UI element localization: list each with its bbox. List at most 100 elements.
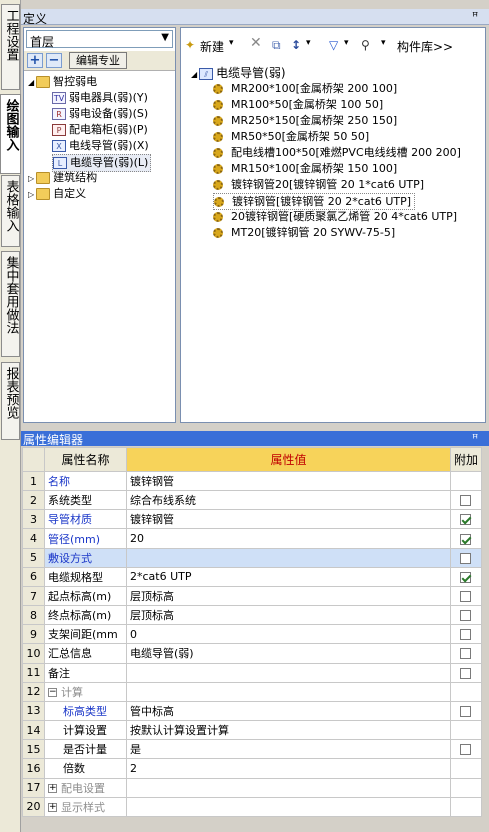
extra-checkbox[interactable]: [460, 667, 472, 679]
extra-checkbox[interactable]: [460, 533, 472, 545]
delete-icon[interactable]: ✕: [250, 35, 262, 51]
extra-checkbox[interactable]: [460, 514, 472, 526]
property-value[interactable]: 0: [126, 624, 451, 645]
collapse-icon[interactable]: −: [48, 688, 57, 698]
expand-icon[interactable]: +: [48, 784, 57, 794]
tab-table-input[interactable]: 表格输入: [1, 175, 20, 247]
property-name[interactable]: 终点标高(m): [44, 605, 127, 626]
dropdown-arrow-icon[interactable]: ▾: [229, 38, 234, 48]
new-button[interactable]: 新建: [200, 38, 224, 55]
tab-drawing-input[interactable]: 绘图输入: [0, 94, 21, 174]
property-name[interactable]: 倍数: [44, 758, 127, 779]
property-name[interactable]: 名称: [44, 470, 127, 492]
property-value[interactable]: 电缆导管(弱): [126, 643, 451, 664]
table-row[interactable]: 17 + 配电设置: [22, 777, 483, 798]
property-value[interactable]: [126, 662, 451, 683]
property-value[interactable]: 20: [126, 528, 451, 549]
table-row[interactable]: 20 + 显示样式: [22, 796, 483, 818]
property-name[interactable]: 起点标高(m): [44, 585, 127, 607]
edit-discipline-button[interactable]: 编辑专业: [69, 52, 127, 69]
expand-arrow-icon[interactable]: ▷: [28, 174, 34, 183]
property-value[interactable]: 2*cat6 UTP: [126, 566, 451, 587]
collapse-arrow-icon[interactable]: ◢: [28, 78, 34, 87]
property-value[interactable]: 镀锌钢管: [126, 470, 451, 492]
property-value[interactable]: 层顶标高: [126, 605, 451, 626]
expand-icon[interactable]: +: [48, 803, 57, 813]
property-name[interactable]: 电缆规格型: [44, 566, 127, 587]
component-item[interactable]: MR150*100[金属桥架 150 100]: [213, 161, 397, 176]
component-item[interactable]: 配电线槽100*50[难燃PVC电线线槽 200 200]: [213, 145, 461, 160]
dropdown-arrow-icon[interactable]: ▾: [306, 38, 311, 48]
property-value[interactable]: 2: [126, 758, 451, 779]
component-item-selected[interactable]: 镀锌钢管[镀锌钢管 20 2*cat6 UTP]: [213, 193, 416, 210]
property-value[interactable]: [126, 777, 451, 798]
property-name[interactable]: 标高类型: [44, 700, 127, 722]
expand-arrow-icon[interactable]: ▷: [28, 190, 34, 199]
component-item[interactable]: 20镀锌钢管[硬质聚氯乙烯管 20 4*cat6 UTP]: [213, 209, 457, 224]
component-item[interactable]: MR100*50[金属桥架 100 50]: [213, 97, 383, 112]
tab-report-preview[interactable]: 报表预览: [1, 362, 20, 440]
table-row[interactable]: 3 导管材质 镀锌钢管: [22, 509, 483, 530]
table-row[interactable]: 11 备注: [22, 662, 483, 683]
property-name[interactable]: 管径(mm): [44, 528, 127, 549]
copy-icon[interactable]: ⧉: [272, 38, 281, 53]
property-value[interactable]: [126, 796, 451, 818]
pin-icon[interactable]: ꟸ: [472, 432, 478, 445]
extra-checkbox[interactable]: [460, 705, 472, 717]
property-name[interactable]: 是否计量: [44, 739, 127, 760]
table-row[interactable]: 6 电缆规格型 2*cat6 UTP: [22, 566, 483, 587]
floor-select[interactable]: 首层 ▼: [26, 30, 173, 49]
component-item[interactable]: MR50*50[金属桥架 50 50]: [213, 129, 369, 144]
table-row[interactable]: 1 名称 镀锌钢管: [22, 470, 483, 492]
component-library-button[interactable]: 构件库>>: [397, 38, 453, 55]
tree-item-distribution-box[interactable]: P 配电箱柜(弱)(P): [52, 122, 148, 138]
table-row[interactable]: 15 是否计量 是: [22, 739, 483, 760]
dropdown-arrow-icon[interactable]: ▾: [344, 38, 349, 48]
table-row[interactable]: 4 管径(mm) 20: [22, 528, 483, 549]
table-row[interactable]: 10 汇总信息 电缆导管(弱): [22, 643, 483, 664]
property-name[interactable]: 计算设置: [44, 720, 127, 741]
property-name[interactable]: 汇总信息: [44, 643, 127, 664]
component-item[interactable]: 镀锌钢管20[镀锌钢管 20 1*cat6 UTP]: [213, 177, 424, 192]
property-value[interactable]: 是: [126, 739, 451, 760]
expand-all-icon[interactable]: +: [27, 53, 43, 68]
find-icon[interactable]: ⚲: [361, 38, 370, 52]
extra-checkbox[interactable]: [460, 495, 472, 507]
property-name[interactable]: + 配电设置: [44, 777, 127, 798]
property-value[interactable]: 综合布线系统: [126, 490, 451, 511]
component-item[interactable]: MT20[镀锌钢管 20 SYWV-75-5]: [213, 225, 395, 240]
component-item[interactable]: MR200*100[金属桥架 200 100]: [213, 81, 397, 96]
tab-project-settings[interactable]: 工程设置: [1, 4, 20, 90]
property-value[interactable]: [126, 547, 451, 568]
table-row[interactable]: 16 倍数 2: [22, 758, 483, 779]
table-row[interactable]: 8 终点标高(m) 层顶标高: [22, 605, 483, 626]
filter-icon[interactable]: ▽: [329, 38, 338, 52]
table-row[interactable]: 13 标高类型 管中标高: [22, 700, 483, 722]
extra-checkbox[interactable]: [460, 744, 472, 756]
table-row[interactable]: 12− 计算: [22, 681, 483, 702]
pin-icon[interactable]: ꟸ: [472, 10, 478, 23]
property-value[interactable]: [126, 681, 451, 702]
tree-item-weak-equipment[interactable]: R 弱电设备(弱)(S): [52, 106, 148, 122]
table-row[interactable]: 2 系统类型 综合布线系统: [22, 490, 483, 511]
tree-item-weak-appliance[interactable]: TV 弱电器具(弱)(Y): [52, 90, 148, 106]
tree-item-wire-conduit[interactable]: X 电线导管(弱)(X): [52, 138, 149, 154]
extra-checkbox[interactable]: [460, 552, 472, 564]
extra-checkbox[interactable]: [460, 648, 472, 660]
property-name[interactable]: 支架间距(mm: [44, 624, 127, 645]
table-row[interactable]: 7 起点标高(m) 层顶标高: [22, 585, 483, 607]
collapse-arrow-icon[interactable]: ◢: [191, 70, 197, 79]
property-name[interactable]: 敷设方式: [44, 547, 127, 568]
sort-icon[interactable]: ↕: [291, 38, 301, 52]
extra-checkbox[interactable]: [460, 610, 472, 622]
tab-apply-method[interactable]: 集中套用做法: [1, 251, 20, 357]
property-value[interactable]: 按默认计算设置计算: [126, 720, 451, 741]
property-name[interactable]: − 计算: [44, 681, 127, 702]
collapse-all-icon[interactable]: −: [46, 53, 62, 68]
property-value[interactable]: 镀锌钢管: [126, 509, 451, 530]
tree-root[interactable]: ◢ 智控弱电: [28, 74, 97, 91]
property-value[interactable]: 管中标高: [126, 700, 451, 722]
extra-checkbox[interactable]: [460, 629, 472, 641]
tree-item-building-structure[interactable]: ▷ 建筑结构: [28, 170, 97, 187]
extra-checkbox[interactable]: [460, 571, 472, 583]
